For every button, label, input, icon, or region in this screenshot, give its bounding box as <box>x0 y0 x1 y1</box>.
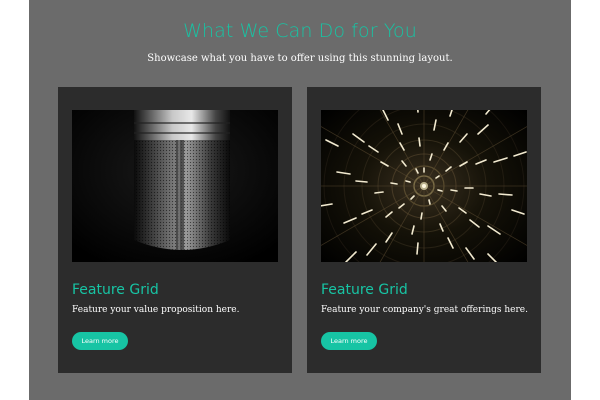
learn-more-button[interactable]: Learn more <box>72 332 128 350</box>
learn-more-button[interactable]: Learn more <box>321 332 377 350</box>
card-description: Feature your value proposition here. <box>72 305 240 315</box>
section-subtitle: Showcase what you have to offer using th… <box>147 53 453 64</box>
feature-card: Feature Grid Feature your value proposit… <box>58 87 292 373</box>
card-title: Feature Grid <box>321 282 408 298</box>
section-title: What We Can Do for You <box>183 20 417 42</box>
microphone-photo <box>72 110 278 262</box>
spiral-lights-image <box>321 110 527 262</box>
spiral-ceiling-lights-photo <box>321 110 527 262</box>
feature-section: What We Can Do for You Showcase what you… <box>29 0 571 400</box>
card-description: Feature your company's great offerings h… <box>321 305 528 315</box>
card-title: Feature Grid <box>72 282 159 298</box>
feature-card: Feature Grid Feature your company's grea… <box>307 87 541 373</box>
microphone-image <box>72 110 278 262</box>
